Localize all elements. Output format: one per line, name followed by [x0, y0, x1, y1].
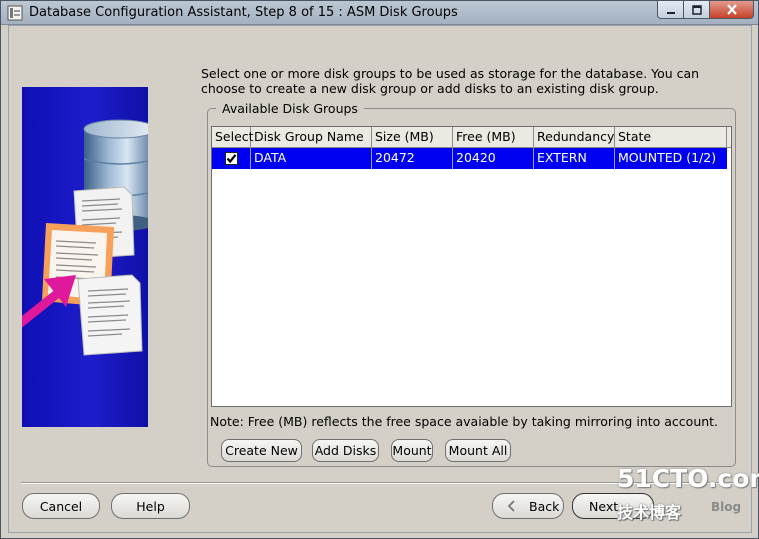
mount-button[interactable]: Mount	[391, 439, 433, 462]
column-header-redundancy[interactable]: Redundancy	[534, 127, 615, 148]
database-documents-illustration	[22, 119, 148, 356]
maximize-button[interactable]	[684, 1, 710, 19]
maximize-icon	[691, 4, 702, 15]
next-button-label: Next	[589, 498, 619, 514]
column-header-free[interactable]: Free (MB)	[453, 127, 534, 148]
dialog-client-area: Select one or more disk groups to be use…	[8, 25, 752, 533]
row-state-cell: MOUNTED (1/2)	[618, 150, 717, 165]
row-free-cell: 20420	[453, 148, 534, 169]
arrow-icon	[22, 275, 76, 328]
cancel-button[interactable]: Cancel	[22, 493, 100, 519]
chevron-left-icon	[507, 500, 515, 512]
column-header-filler	[727, 127, 731, 148]
close-button[interactable]	[710, 1, 754, 19]
window-controls	[657, 1, 754, 19]
column-header-size[interactable]: Size (MB)	[372, 127, 453, 148]
add-disks-button[interactable]: Add Disks	[312, 439, 379, 462]
group-title: Available Disk Groups	[216, 101, 364, 116]
back-button-label: Back	[529, 498, 560, 514]
dbca-window: Database Configuration Assistant, Step 8…	[0, 0, 759, 539]
free-space-note: Note: Free (MB) reflects the free space …	[210, 414, 719, 429]
minimize-icon	[666, 11, 675, 14]
window-title: Database Configuration Assistant, Step 8…	[29, 5, 458, 20]
close-icon	[726, 4, 737, 15]
app-icon	[7, 5, 23, 21]
create-new-button[interactable]: Create New	[221, 439, 302, 462]
checkmark-icon	[226, 154, 236, 164]
title-bar[interactable]: Database Configuration Assistant, Step 8…	[1, 1, 758, 25]
instructions-text: Select one or more disk groups to be use…	[201, 66, 700, 96]
footer-separator	[21, 482, 743, 484]
table-row[interactable]: DATA 20472 20420 EXTERN MOUNTED (1/2)	[212, 148, 727, 169]
wizard-illustration	[22, 87, 148, 427]
row-redundancy-cell: EXTERN	[534, 148, 615, 169]
row-select-checkbox[interactable]	[224, 152, 238, 165]
row-name-cell: DATA	[251, 148, 372, 169]
row-select-cell[interactable]	[212, 148, 251, 169]
table-header: Select Disk Group Name Size (MB) Free (M…	[212, 127, 731, 148]
minimize-button[interactable]	[657, 1, 684, 19]
column-header-name[interactable]: Disk Group Name	[251, 127, 372, 148]
document-front	[77, 274, 143, 356]
back-button[interactable]: Back	[492, 493, 564, 519]
column-header-select[interactable]: Select	[212, 127, 254, 148]
column-header-state[interactable]: State	[615, 127, 727, 148]
help-button[interactable]: Help	[111, 493, 190, 519]
row-size-cell: 20472	[372, 148, 453, 169]
next-button[interactable]: Next	[572, 493, 654, 519]
mount-all-button[interactable]: Mount All	[445, 439, 511, 462]
disk-groups-table[interactable]: Select Disk Group Name Size (MB) Free (M…	[211, 126, 732, 407]
